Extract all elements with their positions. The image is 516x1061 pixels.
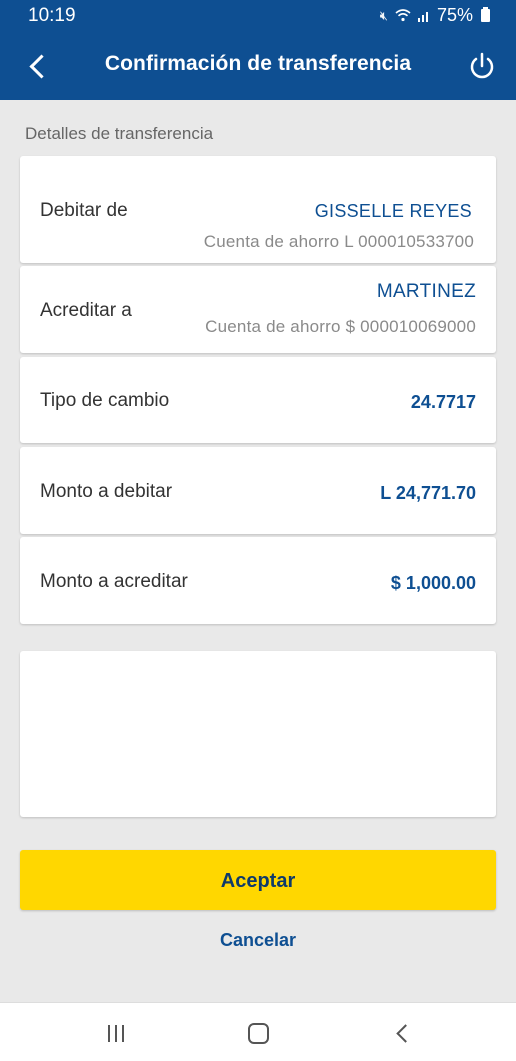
exchange-rate-card: Tipo de cambio 24.7717	[20, 357, 496, 443]
home-button[interactable]	[238, 1015, 278, 1051]
home-icon	[247, 1022, 269, 1044]
nav-back-button[interactable]	[382, 1015, 422, 1051]
system-nav-bar	[0, 1002, 516, 1061]
wifi-icon	[395, 9, 411, 22]
debit-from-card: Debitar de GISSELLE REYES Cuenta de ahor…	[20, 156, 496, 263]
blank-panel	[20, 651, 496, 817]
credit-amount-value: $ 1,000.00	[390, 573, 476, 593]
accept-button[interactable]: Aceptar	[20, 850, 496, 910]
recents-button[interactable]	[96, 1015, 136, 1051]
exchange-rate-label: Tipo de cambio	[40, 390, 170, 411]
cancel-link[interactable]: Cancelar	[0, 930, 516, 951]
credit-to-account: Cuenta de ahorro $ 000010069000	[205, 317, 476, 336]
credit-amount-label: Monto a acreditar	[40, 571, 188, 592]
mute-icon: 🔇︎	[379, 7, 389, 23]
battery-percentage: 75%	[436, 5, 473, 25]
credit-to-card: Acreditar a MARTINEZ Cuenta de ahorro $ …	[20, 266, 496, 353]
signal-icon	[417, 12, 428, 22]
section-title: Detalles de transferencia	[25, 124, 214, 143]
chevron-left-icon	[395, 1023, 415, 1043]
credit-amount-card: Monto a acreditar $ 1,000.00	[20, 537, 496, 624]
app-header: Confirmación de transferencia	[0, 34, 516, 100]
recents-icon	[108, 1024, 124, 1042]
debit-from-label: Debitar de	[40, 200, 128, 221]
debit-from-name: GISSELLE REYES	[314, 201, 472, 221]
credit-to-name: MARTINEZ	[376, 281, 476, 302]
page-title: Confirmación de transferencia	[104, 52, 412, 75]
status-time: 10:19	[28, 5, 76, 26]
debit-amount-value: L 24,771.70	[380, 483, 476, 503]
debit-from-account: Cuenta de ahorro L 000010533700	[203, 232, 474, 251]
power-icon	[470, 52, 494, 79]
debit-amount-card: Monto a debitar L 24,771.70	[20, 447, 496, 534]
status-icons-group: 🔇︎ 75%	[380, 5, 490, 26]
debit-amount-label: Monto a debitar	[40, 481, 173, 502]
credit-to-label: Acreditar a	[40, 300, 132, 321]
battery-icon	[481, 7, 490, 22]
transfer-confirmation-screen: 10:19 🔇︎ 75% Confirmación de transferenc…	[0, 0, 516, 1061]
status-bar: 10:19 🔇︎ 75%	[0, 0, 516, 34]
logout-button[interactable]	[464, 48, 500, 84]
exchange-rate-value: 24.7717	[410, 392, 476, 412]
